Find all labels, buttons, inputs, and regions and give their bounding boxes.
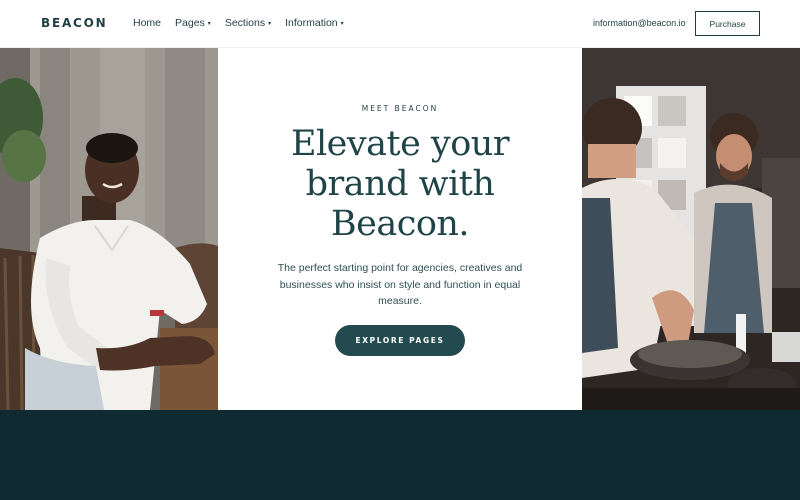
- nav-pages[interactable]: Pages ▾: [175, 17, 211, 29]
- footer-band: [0, 410, 800, 500]
- chevron-down-icon: ▾: [268, 20, 272, 27]
- purchase-button[interactable]: Purchase: [695, 11, 760, 36]
- hero-title: Elevate your brand with Beacon.: [290, 124, 510, 244]
- brand-logo[interactable]: BEACON: [41, 16, 107, 30]
- contact-email-link[interactable]: information@beacon.io: [593, 18, 686, 28]
- hero-description: The perfect starting point for agencies,…: [277, 262, 523, 307]
- nav-information[interactable]: Information ▾: [285, 17, 344, 29]
- chevron-down-icon: ▾: [207, 20, 211, 27]
- main-nav: Home Pages ▾ Sections ▾ Information ▾: [133, 17, 344, 29]
- top-navbar: BEACON Home Pages ▾ Sections ▾ Informati…: [0, 0, 800, 48]
- hero-image-right: [582, 48, 800, 410]
- nav-home[interactable]: Home: [133, 17, 161, 29]
- hero-image-left: [0, 48, 218, 410]
- nav-sections-label: Sections: [224, 17, 266, 29]
- explore-pages-button[interactable]: EXPLORE PAGES: [335, 325, 465, 356]
- nav-home-label: Home: [133, 17, 162, 29]
- nav-pages-label: Pages: [175, 17, 205, 29]
- hero-eyebrow: MEET BEACON: [361, 104, 439, 113]
- chevron-down-icon: ▾: [340, 20, 344, 27]
- hero-content: MEET BEACON Elevate your brand with Beac…: [218, 48, 582, 410]
- chefs-cooking-image: [582, 48, 800, 410]
- nav-information-label: Information: [285, 17, 338, 29]
- woman-portrait-image: [0, 48, 218, 410]
- nav-sections[interactable]: Sections ▾: [225, 17, 271, 29]
